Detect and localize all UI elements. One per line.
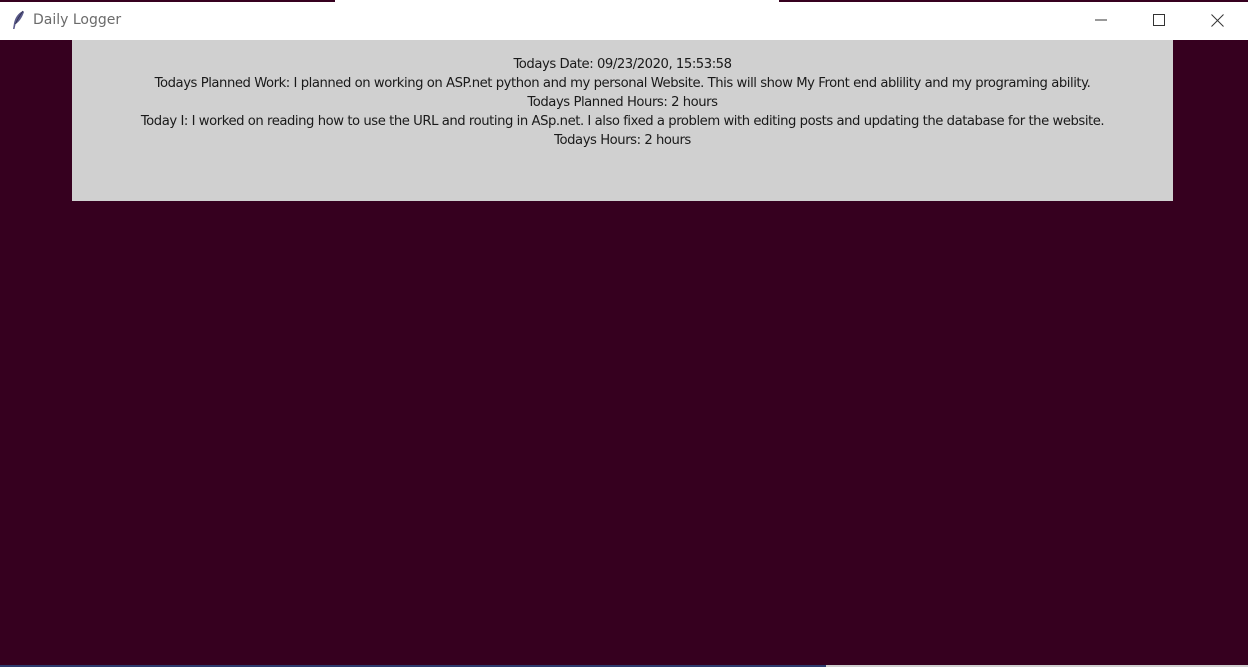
feather-icon xyxy=(9,10,27,30)
planned-hours-label: Todays Planned Hours: 2 hours xyxy=(527,95,718,110)
planned-work-label: Todays Planned Work: I planned on workin… xyxy=(154,76,1091,91)
minimize-icon xyxy=(1095,19,1107,21)
today-work-label: Today I: I worked on reading how to use … xyxy=(140,114,1105,129)
app-window: Daily Logger Todays Date: 09/23/2020, 15… xyxy=(0,0,1248,667)
close-button[interactable] xyxy=(1194,0,1240,40)
window-title: Daily Logger xyxy=(33,12,122,28)
hours-label: Todays Hours: 2 hours xyxy=(554,133,691,148)
maximize-button[interactable] xyxy=(1136,0,1182,40)
date-label: Todays Date: 09/23/2020, 15:53:58 xyxy=(513,57,732,72)
title-bar-top-strip xyxy=(0,0,1248,2)
title-bar-top-strip-gap xyxy=(335,0,779,2)
maximize-icon xyxy=(1153,14,1165,26)
log-panel: Todays Date: 09/23/2020, 15:53:58 Todays… xyxy=(72,40,1173,201)
title-bar[interactable]: Daily Logger xyxy=(0,0,1248,40)
minimize-button[interactable] xyxy=(1078,0,1124,40)
close-icon xyxy=(1210,13,1224,27)
